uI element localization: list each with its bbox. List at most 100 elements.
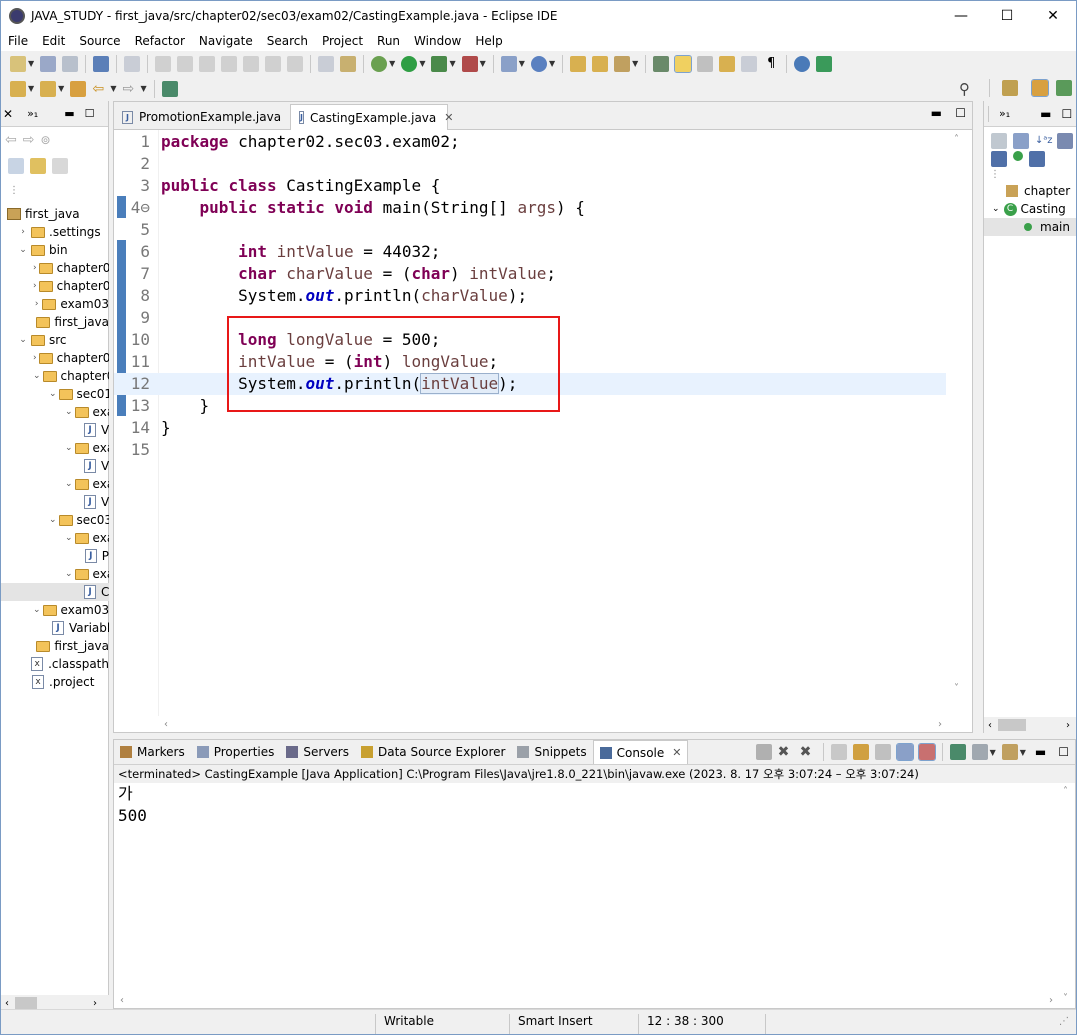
new-class-icon[interactable] (530, 55, 547, 72)
tree-item[interactable]: › chapter01 (1, 259, 109, 277)
menu-edit[interactable]: Edit (35, 34, 72, 48)
hide-local-types-icon[interactable] (1029, 151, 1045, 167)
menu-window[interactable]: Window (407, 34, 468, 48)
tree-item[interactable]: JV (1, 421, 109, 439)
tree-item[interactable]: x .project (1, 673, 109, 691)
hide-static-icon[interactable] (991, 151, 1007, 167)
code-line[interactable]: 15 (114, 439, 946, 461)
console-vscroll[interactable]: ˄ ˅ (1059, 784, 1075, 1006)
forward-icon[interactable]: ⇨ (122, 81, 138, 97)
outline-item-package[interactable]: chapter (984, 182, 1076, 200)
toggle-breadcrumb-icon[interactable] (697, 55, 714, 72)
next-annotation-icon[interactable] (10, 80, 26, 97)
tree-item[interactable]: ⌄ src (1, 331, 109, 349)
collapsed-twisty-icon[interactable]: › (33, 353, 37, 363)
collapsed-twisty-icon[interactable]: › (33, 281, 37, 291)
step-return-icon[interactable] (287, 55, 304, 72)
code-line[interactable]: 2 (114, 153, 946, 175)
console-icon[interactable] (93, 55, 110, 72)
hide-fields-icon[interactable] (1057, 133, 1073, 149)
expanded-twisty-icon[interactable]: ⌄ (17, 245, 29, 255)
maximize-view-icon[interactable]: ☐ (1058, 745, 1069, 759)
tree-item[interactable]: JC (1, 583, 109, 601)
collapse-icon[interactable] (1013, 133, 1029, 149)
tree-item[interactable]: first_java (1, 313, 109, 331)
outline-hscroll[interactable]: ‹ › (984, 717, 1076, 733)
view-menu-icon[interactable] (52, 158, 68, 174)
code-line[interactable]: 5 (114, 219, 946, 241)
tree-item[interactable]: first_java (1, 205, 109, 223)
tree-item[interactable]: JV (1, 493, 109, 511)
tree-item[interactable]: ⌄ sec03 (1, 511, 109, 529)
show-stderr-icon[interactable] (917, 743, 936, 761)
search-toolbar-icon[interactable] (614, 55, 631, 72)
maximize-view-icon[interactable]: ☐ (1061, 107, 1072, 121)
pin-editor-icon[interactable] (816, 55, 833, 72)
view-menu-dots-icon[interactable]: ⋮ (9, 185, 19, 196)
expanded-twisty-icon[interactable]: ⌄ (49, 515, 57, 525)
remove-launch-icon[interactable]: ✖ (778, 744, 794, 760)
open-perspective-icon[interactable] (161, 80, 178, 97)
collapse-all-icon[interactable] (8, 158, 24, 174)
tree-item[interactable]: ⌄ exam03 (1, 601, 109, 619)
tree-item[interactable]: ⌄ exam (1, 439, 109, 457)
clear-console-icon[interactable] (830, 744, 847, 760)
expanded-twisty-icon[interactable]: ⌄ (33, 371, 41, 381)
outline-item-method[interactable]: main (984, 218, 1076, 236)
editor-minimize-icon[interactable]: ▬ (931, 106, 942, 120)
tree-item[interactable]: › .settings (1, 223, 109, 241)
open-task-icon[interactable] (592, 55, 609, 72)
tab-console[interactable]: Console ✕ (592, 740, 689, 764)
editor-hscroll[interactable]: ‹ › (160, 716, 946, 732)
open-type-icon[interactable] (570, 55, 587, 72)
editor-maximize-icon[interactable]: ☐ (955, 106, 966, 120)
close-view-icon[interactable]: ✕ (3, 107, 13, 121)
word-wrap-icon[interactable] (874, 744, 891, 760)
menu-refactor[interactable]: Refactor (128, 34, 192, 48)
expanded-twisty-icon[interactable]: ⌄ (17, 335, 29, 345)
tab-data-source-explorer[interactable]: Data Source Explorer (355, 740, 511, 764)
toggle-mark-occurrences-icon[interactable] (674, 54, 693, 73)
search-icon[interactable]: ⚲ (959, 80, 970, 98)
tree-item[interactable]: ⌄ sec01 (1, 385, 109, 403)
code-line[interactable]: 4⊖ public static void main(String[] args… (114, 197, 946, 219)
tree-item[interactable]: › exam03 (1, 295, 109, 313)
java-perspective-icon[interactable] (1031, 79, 1049, 97)
tree-item[interactable]: ⌄ exam (1, 529, 109, 547)
collapsed-twisty-icon[interactable]: › (33, 263, 37, 273)
insert-mode-status[interactable]: Smart Insert (518, 1014, 593, 1028)
debug-perspective-icon[interactable] (1056, 80, 1072, 96)
code-line[interactable]: 14} (114, 417, 946, 439)
skip-breakpoints-icon[interactable] (124, 55, 141, 72)
step-into-icon[interactable] (243, 55, 260, 72)
tree-item[interactable]: ⌄ exam (1, 403, 109, 421)
scroll-lock-icon[interactable] (852, 744, 869, 760)
tab-snippets[interactable]: Snippets (511, 740, 592, 764)
code-line[interactable]: 6 int intValue = 44032; (114, 241, 946, 263)
minimize-view-icon[interactable]: ▬ (1035, 745, 1046, 759)
globe-icon[interactable] (794, 55, 811, 72)
new-java-project-icon[interactable] (500, 55, 517, 72)
code-line[interactable]: 7 char charValue = (char) intValue; (114, 263, 946, 285)
close-button[interactable]: ✕ (1030, 1, 1076, 31)
disconnect-icon[interactable] (221, 55, 238, 72)
back-nav-icon[interactable]: ⇦ (5, 132, 17, 148)
step-over-icon[interactable] (265, 55, 282, 72)
expanded-twisty-icon[interactable]: ⌄ (65, 533, 73, 543)
tree-item[interactable]: JP (1, 547, 109, 565)
code-area[interactable]: 1 package chapter02.sec03.exam02; 2 3 public… (114, 130, 946, 716)
maximize-button[interactable]: ☐ (984, 1, 1030, 31)
expanded-twisty-icon[interactable]: ⌄ (65, 569, 73, 579)
menu-project[interactable]: Project (315, 34, 370, 48)
hide-nonpublic-icon[interactable] (1013, 151, 1023, 161)
last-edit-location-icon[interactable] (70, 80, 87, 97)
display-console-icon[interactable] (971, 744, 988, 760)
tree-item[interactable]: › chapter02 (1, 277, 109, 295)
use-step-filters-icon[interactable] (340, 55, 357, 72)
expanded-twisty-icon[interactable]: ⌄ (49, 389, 57, 399)
code-line[interactable]: 3 public class CastingExample { (114, 175, 946, 197)
menu-file[interactable]: File (1, 34, 35, 48)
editor-vscroll[interactable]: ˄ ˅ (946, 130, 972, 716)
menu-navigate[interactable]: Navigate (192, 34, 260, 48)
remove-all-icon[interactable]: ✖ (800, 744, 816, 760)
